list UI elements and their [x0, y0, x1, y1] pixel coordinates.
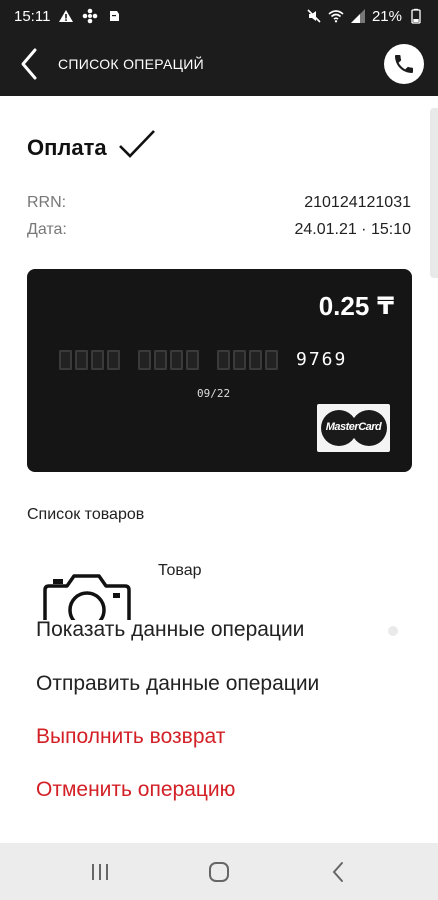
- currency-symbol: ₸: [377, 293, 394, 320]
- chevron-left-icon: [21, 48, 37, 80]
- rrn-label: RRN:: [27, 194, 67, 211]
- home-button[interactable]: [189, 843, 249, 900]
- amount-value: 0.25: [318, 291, 370, 321]
- masked-digit: [154, 349, 167, 370]
- masked-digit: [91, 349, 104, 370]
- masked-digit: [233, 349, 246, 370]
- notification-icon: [106, 8, 122, 24]
- rrn-value: 210124121031: [304, 194, 411, 211]
- scroll-indicator[interactable]: [430, 108, 438, 278]
- call-button[interactable]: [384, 44, 424, 84]
- goods-item[interactable]: Товар: [40, 558, 400, 620]
- recent-apps-icon: [91, 863, 108, 880]
- card-last4: 9769: [296, 349, 348, 370]
- checkmark-icon: [117, 128, 157, 168]
- mute-icon: [306, 8, 322, 24]
- send-details-option[interactable]: Отправить данные операции: [36, 672, 319, 696]
- app-title: СПИСОК ОПЕРАЦИЙ: [58, 56, 204, 72]
- refund-option[interactable]: Выполнить возврат: [36, 725, 225, 749]
- card-number: 9769: [59, 349, 347, 370]
- mastercard-mark: MasterCard: [320, 408, 387, 448]
- back-button[interactable]: [0, 32, 58, 96]
- date-label: Дата:: [27, 221, 67, 238]
- signal-icon: [350, 8, 366, 24]
- menu-ripple: [388, 626, 398, 636]
- home-icon: [208, 861, 229, 882]
- masked-digit: [59, 349, 72, 370]
- status-left: 15:11: [14, 8, 122, 25]
- warning-icon: [58, 8, 74, 24]
- masked-digit: [186, 349, 199, 370]
- pinwheel-icon: [82, 8, 98, 24]
- back-icon: [332, 861, 344, 882]
- status-bar: 15:11 21%: [0, 0, 438, 32]
- masked-digit: [265, 349, 278, 370]
- mastercard-logo: MasterCard: [317, 404, 390, 452]
- masked-digit: [249, 349, 262, 370]
- mastercard-text: MasterCard: [325, 421, 382, 433]
- goods-item-name: Товар: [158, 562, 202, 579]
- operation-title-text: Оплата: [27, 135, 107, 160]
- phone-icon: [395, 55, 413, 73]
- masked-digit: [107, 349, 120, 370]
- battery-icon: [408, 8, 424, 24]
- masked-digit: [217, 349, 230, 370]
- masked-digit: [138, 349, 151, 370]
- card-amount: 0.25 ₸: [319, 291, 394, 322]
- cancel-operation-option[interactable]: Отменить операцию: [36, 778, 235, 802]
- back-nav-button[interactable]: [308, 843, 368, 900]
- navigation-bar: [0, 843, 438, 900]
- wifi-icon: [328, 8, 344, 24]
- app-bar: СПИСОК ОПЕРАЦИЙ: [0, 32, 438, 96]
- status-time: 15:11: [14, 7, 51, 25]
- masked-group: [138, 349, 199, 370]
- status-right: 21%: [306, 8, 424, 25]
- show-details-option[interactable]: Показать данные операции: [36, 618, 304, 642]
- battery-percent: 21%: [371, 7, 402, 25]
- masked-digit: [75, 349, 88, 370]
- date-value: 24.01.21 · 15:10: [294, 221, 411, 238]
- operation-title: Оплата: [27, 128, 157, 168]
- camera-icon: [43, 566, 131, 620]
- goods-section-title: Список товаров: [27, 506, 145, 523]
- masked-group: [59, 349, 120, 370]
- masked-digit: [170, 349, 183, 370]
- masked-group: [217, 349, 278, 370]
- payment-card: 0.25 ₸ 9769 09/22 MasterCard: [27, 269, 412, 472]
- rrn-row: RRN: 210124121031: [27, 194, 411, 212]
- card-expiry: 09/22: [197, 387, 231, 400]
- recent-apps-button[interactable]: [70, 843, 130, 900]
- date-row: Дата: 24.01.21 · 15:10: [27, 221, 411, 239]
